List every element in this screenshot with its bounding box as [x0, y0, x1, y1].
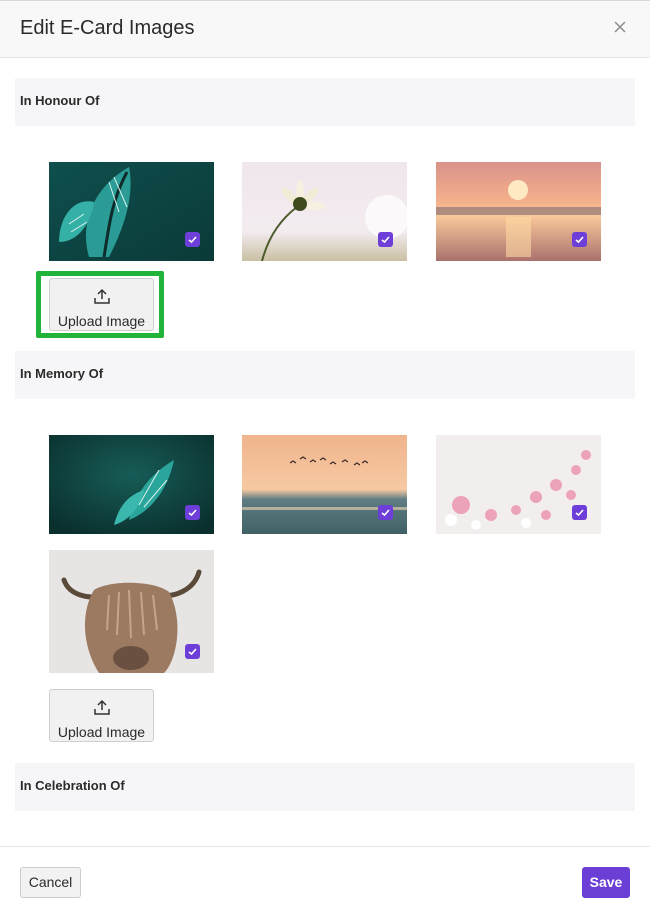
section-title: In Honour Of: [20, 93, 100, 108]
modal-footer: [0, 846, 650, 915]
upload-image-button[interactable]: Upload Image: [49, 689, 154, 742]
highlight-box: [36, 271, 164, 338]
section-header-memory: In Memory Of: [15, 351, 635, 399]
ecard-image-cosmos[interactable]: [436, 435, 601, 534]
ecard-image-daisy[interactable]: [242, 162, 407, 261]
selected-check-icon[interactable]: [572, 505, 587, 520]
section-header-celebration: In Celebration Of: [15, 763, 635, 811]
section-title: In Memory Of: [20, 366, 104, 381]
ecard-image-birds[interactable]: [242, 435, 407, 534]
section-header-honour: In Honour Of: [15, 78, 635, 126]
upload-icon: [93, 699, 111, 716]
edit-ecard-images-modal: Edit E-Card Images In Honour Of Upload I…: [0, 0, 650, 915]
ecard-image-butterfly[interactable]: [49, 162, 214, 261]
selected-check-icon[interactable]: [572, 232, 587, 247]
modal-header: Edit E-Card Images: [0, 1, 650, 58]
ecard-image-butterfly-dark[interactable]: [49, 435, 214, 534]
modal-title: Edit E-Card Images: [20, 17, 195, 39]
close-icon[interactable]: [612, 19, 628, 35]
selected-check-icon[interactable]: [378, 232, 393, 247]
ecard-image-sunset[interactable]: [436, 162, 601, 261]
section-title: In Celebration Of: [20, 778, 125, 793]
selected-check-icon[interactable]: [185, 232, 200, 247]
ecard-image-highland-cow[interactable]: [49, 550, 214, 673]
selected-check-icon[interactable]: [378, 505, 393, 520]
upload-image-label: Upload Image: [57, 724, 146, 740]
selected-check-icon[interactable]: [185, 505, 200, 520]
cancel-button[interactable]: Cancel: [20, 867, 81, 898]
selected-check-icon[interactable]: [185, 644, 200, 659]
save-button[interactable]: Save: [582, 867, 630, 898]
